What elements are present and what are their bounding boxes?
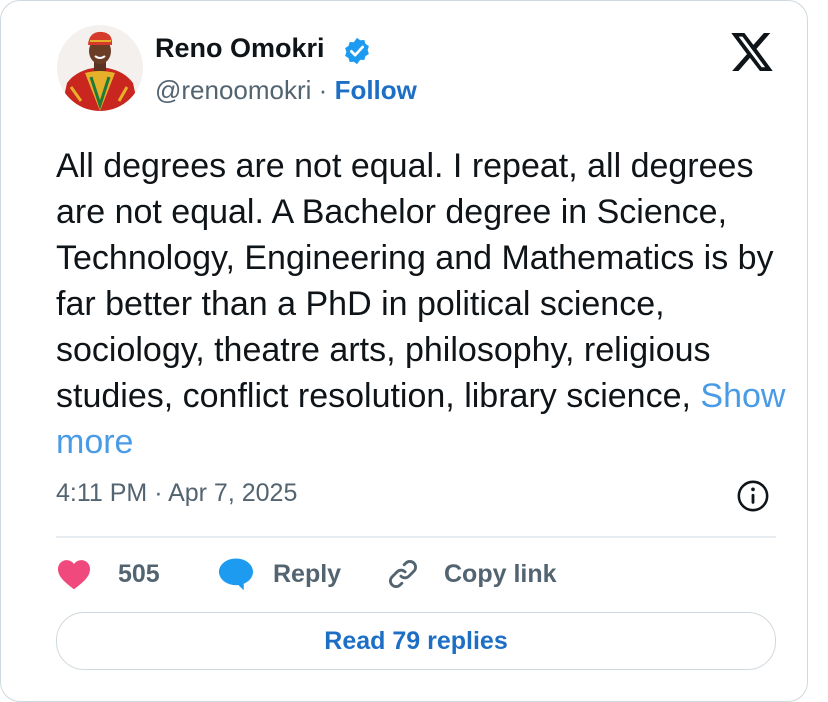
tweet-body: All degrees are not equal. I repeat, all… (56, 147, 774, 415)
reply-bubble-icon (219, 558, 253, 591)
author-handle-row: @renoomokri · Follow (155, 75, 417, 106)
tweet-text: All degrees are not equal. I repeat, all… (56, 143, 786, 465)
handle-separator: · (311, 75, 335, 105)
author-name[interactable]: Reno Omokri (155, 33, 325, 64)
heart-icon (58, 560, 90, 590)
follow-link[interactable]: Follow (335, 75, 417, 105)
link-icon (389, 560, 417, 588)
tweet-card: Reno Omokri @renoomokri · Follow All deg… (0, 0, 808, 702)
timestamp[interactable]: 4:11 PM · Apr 7, 2025 (56, 479, 297, 508)
divider (56, 536, 776, 538)
x-logo-icon[interactable] (731, 33, 773, 71)
verified-badge-icon (345, 37, 369, 65)
action-bar: 505 Reply Copy link (56, 557, 776, 591)
copy-link-label: Copy link (444, 559, 557, 588)
author-handle[interactable]: @renoomokri (155, 75, 311, 105)
reply-button[interactable]: Reply (217, 557, 341, 591)
reply-label: Reply (273, 559, 342, 588)
like-button[interactable]: 505 (56, 557, 160, 591)
read-replies-button[interactable]: Read 79 replies (56, 612, 776, 670)
copy-link-button[interactable]: Copy link (386, 557, 557, 591)
info-icon[interactable] (736, 479, 770, 513)
like-count: 505 (118, 559, 160, 588)
avatar-image (57, 25, 143, 111)
avatar[interactable] (57, 25, 143, 111)
